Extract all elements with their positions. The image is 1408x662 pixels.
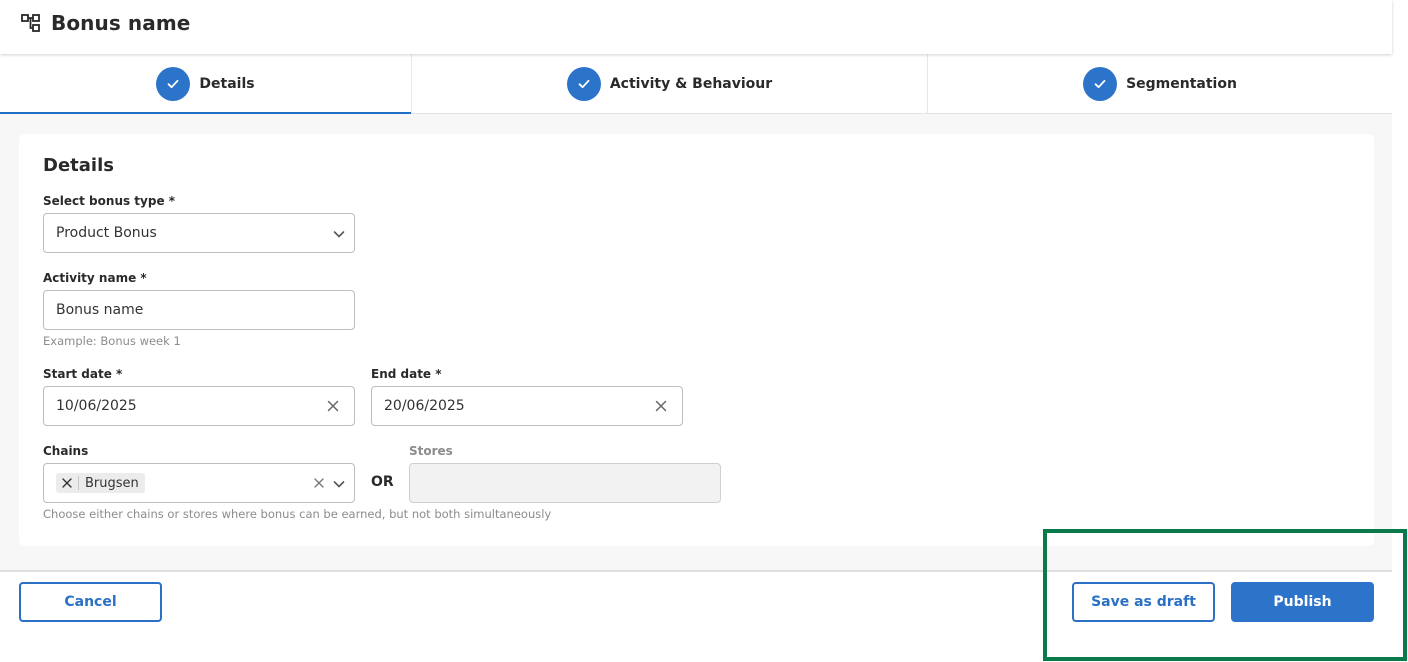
publish-button[interactable]: Publish: [1231, 582, 1374, 622]
bonus-type-label: Select bonus type *: [43, 194, 176, 208]
cancel-button[interactable]: Cancel: [19, 582, 162, 622]
chevron-down-icon: [330, 475, 348, 493]
page-header: Bonus name: [0, 0, 1392, 54]
hierarchy-icon: [21, 13, 41, 33]
check-icon: [156, 66, 191, 101]
bonus-editor-page: Bonus name Details Activity & Behaviour …: [0, 0, 1408, 662]
tab-details[interactable]: Details: [0, 54, 411, 115]
start-date-label: Start date *: [43, 367, 123, 381]
tab-label: Segmentation: [1126, 75, 1237, 92]
chip-label: Brugsen: [85, 475, 139, 491]
clear-start-date-icon[interactable]: [324, 397, 342, 415]
or-separator: OR: [371, 474, 394, 490]
check-icon: [566, 66, 601, 101]
chevron-down-icon: [330, 225, 348, 243]
activity-name-input[interactable]: Bonus name: [43, 290, 355, 330]
tab-label: Details: [199, 75, 255, 92]
end-date-value: 20/06/2025: [384, 398, 465, 414]
stores-input[interactable]: [409, 463, 721, 503]
activity-name-value: Bonus name: [56, 302, 144, 318]
stores-label: Stores: [409, 444, 453, 458]
clear-end-date-icon[interactable]: [652, 397, 670, 415]
activity-name-label: Activity name *: [43, 271, 147, 285]
chains-label: Chains: [43, 444, 89, 458]
end-date-input[interactable]: 20/06/2025: [371, 386, 683, 426]
chains-stores-helper: Choose either chains or stores where bon…: [43, 507, 552, 521]
start-date-input[interactable]: 10/06/2025: [43, 386, 355, 426]
footer-divider: [0, 570, 1392, 572]
save-as-draft-button[interactable]: Save as draft: [1072, 582, 1215, 622]
check-icon: [1083, 66, 1118, 101]
page-title: Bonus name: [51, 11, 191, 35]
tab-activity-behaviour[interactable]: Activity & Behaviour: [411, 54, 927, 113]
remove-chip-icon[interactable]: [60, 476, 79, 490]
end-date-label: End date *: [371, 367, 442, 381]
chain-chip: Brugsen: [56, 473, 145, 493]
clear-chains-icon[interactable]: [310, 474, 328, 492]
stepper-tabs: Details Activity & Behaviour Segmentatio…: [0, 54, 1392, 115]
tab-label: Activity & Behaviour: [609, 75, 773, 92]
bonus-type-select[interactable]: Product Bonus: [43, 213, 355, 253]
tab-segmentation[interactable]: Segmentation: [927, 54, 1392, 113]
activity-name-helper: Example: Bonus week 1: [43, 334, 181, 348]
bonus-type-value: Product Bonus: [56, 225, 157, 241]
start-date-value: 10/06/2025: [56, 398, 137, 414]
section-title: Details: [43, 155, 114, 176]
